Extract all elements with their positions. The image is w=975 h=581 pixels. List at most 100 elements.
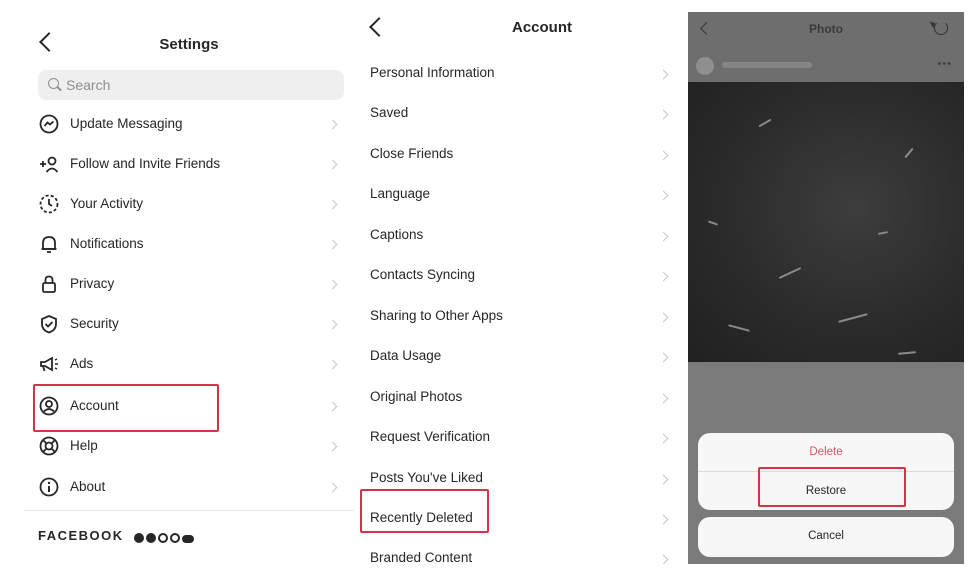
messenger-app-icon (146, 533, 156, 543)
restore-arrow-icon[interactable] (934, 21, 948, 35)
oculus-icon (182, 535, 194, 543)
more-options-icon[interactable]: ••• (937, 58, 952, 70)
bird-shape (877, 231, 889, 235)
account-item-label: Branded Content (370, 550, 473, 564)
search-icon (48, 78, 59, 89)
settings-item-privacy[interactable]: Privacy (24, 264, 354, 304)
settings-item-label: Your Activity (70, 196, 144, 211)
settings-item-ads[interactable]: Ads (24, 344, 354, 384)
chevron-right-icon (327, 441, 338, 452)
whatsapp-icon (170, 533, 180, 543)
chevron-right-icon (658, 352, 669, 363)
post-user-bar: ••• (688, 48, 964, 82)
bird-shape (728, 324, 750, 332)
account-item-label: Personal Information (370, 65, 495, 80)
divider (24, 510, 354, 511)
chevron-right-icon (658, 514, 669, 525)
chevron-right-icon (658, 271, 669, 282)
settings-item-label: Update Messaging (70, 116, 183, 131)
account-header: Account (358, 12, 686, 52)
chevron-right-icon (327, 319, 338, 330)
facebook-apps-icons (134, 530, 196, 548)
chevron-right-icon (658, 312, 669, 323)
account-panel: Account Personal Information Saved Close… (358, 12, 686, 564)
avatar[interactable] (696, 57, 714, 75)
settings-item-about[interactable]: About (24, 467, 354, 507)
account-item-label: Contacts Syncing (370, 267, 476, 282)
page-title: Settings (159, 36, 219, 53)
recently-deleted-highlight-box (360, 489, 489, 533)
account-item-request-verification[interactable]: Request Verification (358, 418, 686, 458)
chevron-right-icon (327, 482, 338, 493)
account-item-data-usage[interactable]: Data Usage (358, 337, 686, 377)
add-person-icon (40, 156, 59, 173)
settings-item-label: Ads (70, 356, 94, 371)
settings-item-label: Security (70, 316, 119, 331)
instagram-icon (158, 533, 168, 543)
account-item-label: Posts You've Liked (370, 470, 483, 485)
username-placeholder (722, 62, 812, 68)
chevron-right-icon (327, 239, 338, 250)
facebook-brand-label: FACEBOOK (38, 528, 124, 543)
chevron-right-icon (327, 199, 338, 210)
bird-shape (838, 313, 868, 323)
page-title: Account (512, 19, 572, 36)
account-item-label: Request Verification (370, 429, 491, 444)
bird-shape (758, 118, 772, 128)
settings-panel: Settings Search Update Messaging Follow … (24, 12, 354, 564)
settings-header: Settings (24, 22, 354, 62)
settings-item-security[interactable]: Security (24, 304, 354, 344)
chevron-right-icon (327, 359, 338, 370)
chevron-right-icon (658, 231, 669, 242)
settings-item-your-activity[interactable]: Your Activity (24, 184, 354, 224)
chevron-right-icon (658, 474, 669, 485)
account-item-saved[interactable]: Saved (358, 94, 686, 134)
settings-item-follow-invite[interactable]: Follow and Invite Friends (24, 144, 354, 184)
account-item-label: Original Photos (370, 389, 463, 404)
chevron-right-icon (327, 159, 338, 170)
photo-header: Photo (688, 12, 964, 48)
restore-highlight-box (758, 467, 906, 507)
account-item-close-friends[interactable]: Close Friends (358, 135, 686, 175)
account-item-label: Captions (370, 227, 424, 242)
chevron-right-icon (658, 554, 669, 564)
settings-item-label: Help (70, 438, 98, 453)
photo-panel: Photo ••• Delete Restore Cancel (688, 12, 964, 564)
chevron-right-icon (658, 150, 669, 161)
page-title: Photo (809, 22, 843, 36)
bell-icon (41, 236, 57, 253)
settings-item-update-messaging[interactable]: Update Messaging (24, 104, 354, 144)
lifebuoy-icon (39, 436, 59, 456)
settings-item-help[interactable]: Help (24, 426, 354, 466)
facebook-icon (134, 533, 144, 543)
account-item-personal-information[interactable]: Personal Information (358, 54, 686, 94)
bird-shape (904, 147, 914, 159)
account-item-label: Sharing to Other Apps (370, 308, 503, 323)
account-item-label: Close Friends (370, 146, 454, 161)
account-item-original-photos[interactable]: Original Photos (358, 378, 686, 418)
chevron-right-icon (658, 109, 669, 120)
account-item-contacts-syncing[interactable]: Contacts Syncing (358, 256, 686, 296)
chevron-right-icon (327, 401, 338, 412)
messenger-icon (39, 114, 59, 134)
chevron-right-icon (658, 190, 669, 201)
chevron-right-icon (327, 279, 338, 290)
search-input[interactable]: Search (38, 70, 344, 100)
chevron-right-icon (327, 119, 338, 130)
account-item-sharing[interactable]: Sharing to Other Apps (358, 297, 686, 337)
account-highlight-box (33, 384, 219, 432)
bird-shape (897, 351, 917, 355)
cancel-button[interactable]: Cancel (698, 530, 954, 542)
account-item-captions[interactable]: Captions (358, 216, 686, 256)
settings-item-notifications[interactable]: Notifications (24, 224, 354, 264)
back-icon[interactable] (369, 17, 389, 37)
post-photo (688, 82, 964, 362)
bird-shape (707, 220, 719, 226)
account-item-label: Saved (370, 105, 409, 120)
bird-shape (778, 267, 802, 279)
settings-item-label: Privacy (70, 276, 115, 291)
delete-button[interactable]: Delete (698, 446, 954, 458)
account-item-label: Data Usage (370, 348, 442, 363)
account-item-language[interactable]: Language (358, 175, 686, 215)
account-item-branded-content[interactable]: Branded Content (358, 539, 686, 564)
